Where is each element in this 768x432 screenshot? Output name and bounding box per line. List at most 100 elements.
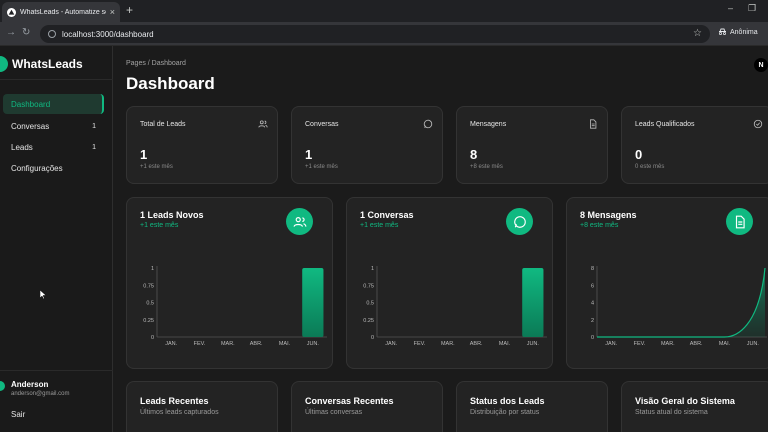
chart-subtitle: +1 este mês [140,222,179,229]
x-tick-label: MAI. [279,341,291,347]
card-subtitle: Distribuição por status [470,409,540,416]
card-subtitle: Últimos leads capturados [140,409,219,416]
tab-close-icon[interactable]: × [110,7,115,17]
logout-button[interactable]: Sair [11,410,25,419]
x-tick-label: FEV. [194,341,206,347]
chart-card-mensagens: 8 Mensagens +8 este mês 0 2 4 6 8 JAN. FEV. MAR… [566,197,768,369]
y-tick-label: 2 [591,318,594,324]
chart-title: 8 Mensagens [580,210,637,220]
new-tab-button[interactable]: + [126,4,133,16]
card-subtitle: Status atual do sistema [635,409,708,416]
x-tick-label: JUN. [527,341,540,347]
stat-card-mensagens: Mensagens 8 +8 este mês [456,106,608,184]
incognito-icon [718,28,727,37]
chart-subtitle: +8 este mês [580,222,619,229]
brand-name: WhatsLeads [12,57,83,71]
stat-card-leads-qualificados: Leads Qualificados 0 0 este mês [621,106,768,184]
page-title: Dashboard [126,74,215,93]
message-circle-icon [506,208,533,235]
conversas-bar-chart: 0 0.25 0.5 0.75 1 JAN. FEV. MAR. ABR. MAI. JUN. [363,266,547,347]
x-tick-label: JAN. [385,341,397,347]
avatar[interactable]: N [754,58,768,72]
y-tick-label: 0 [371,335,374,341]
reload-icon[interactable]: ↻ [22,28,30,38]
y-tick-label: 1 [371,266,374,272]
browser-tab-bar: WhatsLeads - Automatize seu WhatsApp × +… [0,0,768,22]
card-title: Status dos Leads [470,396,545,406]
sidebar-item-label: Configurações [11,163,63,173]
x-tick-label: ABR. [250,341,263,347]
user-email: anderson@gmail.com [11,391,70,397]
divider [0,370,113,371]
stat-title: Conversas [305,121,339,128]
x-tick-label: JUN. [307,341,320,347]
sidebar-item-dashboard[interactable]: Dashboard [3,94,104,114]
leads-bar-chart: 0 0.25 0.5 0.75 1 JAN. FEV. MAR. ABR. MAI. JUN. [143,266,327,347]
stat-title: Total de Leads [140,121,186,128]
chart-line [597,267,766,338]
stat-value: 1 [140,147,148,162]
x-tick-label: MAI. [499,341,511,347]
maximize-icon[interactable]: ❐ [748,3,756,14]
card-visao-geral: Visão Geral do Sistema Status atual do s… [621,381,768,432]
sidebar-item-label: Dashboard [11,99,51,109]
browser-tab[interactable]: WhatsLeads - Automatize seu WhatsApp × [2,2,120,22]
stat-value: 1 [305,147,313,162]
chart-title: 1 Conversas [360,210,414,220]
incognito-label: Anônima [730,29,758,36]
minimize-icon[interactable]: – [728,3,733,13]
breadcrumb: Pages / Dashboard [126,60,186,67]
sidebar: WhatsLeads Dashboard Conversas 1 Leads 1… [0,46,113,432]
x-tick-label: FEV. [414,341,426,347]
divider [0,79,113,80]
stat-subtitle: +1 este mês [140,164,173,170]
incognito-badge[interactable]: Anônima [718,28,758,37]
y-tick-label: 0.25 [143,318,154,324]
card-title: Leads Recentes [140,396,209,406]
sidebar-item-conversas[interactable]: Conversas 1 [3,116,104,136]
x-tick-label: JAN. [165,341,177,347]
chart-bar [522,268,544,337]
card-subtitle: Últimas conversas [305,409,363,416]
url-input[interactable]: localhost:3000/dashboard ☆ [40,25,710,43]
y-tick-label: 8 [591,266,594,272]
mensagens-area-chart: 0 2 4 6 8 JAN. FEV. MAR. ABR. MAI. JUN. [591,266,767,347]
stat-value: 8 [470,147,478,162]
y-tick-label: 0.25 [363,318,374,324]
stat-title: Mensagens [470,121,507,128]
stat-card-conversas: Conversas 1 +1 este mês [291,106,443,184]
bookmark-star-icon[interactable]: ☆ [693,28,702,39]
chart-title: 1 Leads Novos [140,210,204,220]
x-tick-label: MAI. [719,341,731,347]
site-info-icon[interactable] [48,30,56,38]
chart-subtitle: +1 este mês [360,222,399,229]
x-tick-label: JUN. [747,341,760,347]
card-title: Visão Geral do Sistema [635,396,735,406]
file-text-icon [726,208,753,235]
sidebar-item-label: Leads [11,142,33,152]
y-tick-label: 0 [151,335,154,341]
x-tick-label: MAR. [221,341,235,347]
user-name: Anderson [11,380,49,389]
card-leads-recentes: Leads Recentes Últimos leads capturados [126,381,278,432]
avatar[interactable] [0,381,5,391]
mouse-cursor-icon [40,290,46,299]
x-tick-label: MAR. [661,341,675,347]
card-status-leads: Status dos Leads Distribuição por status [456,381,608,432]
back-icon[interactable]: → [6,28,16,38]
sidebar-item-configuracoes[interactable]: Configurações [3,158,104,178]
tab-title: WhatsLeads - Automatize seu WhatsApp [19,8,106,16]
x-tick-label: ABR. [690,341,703,347]
card-title: Conversas Recentes [305,396,394,406]
y-tick-label: 0.5 [366,301,374,307]
stat-subtitle: +8 este mês [470,164,503,170]
y-tick-label: 6 [591,283,594,289]
stat-title: Leads Qualificados [635,121,695,128]
favicon-icon [7,7,16,17]
sidebar-item-count: 1 [92,143,96,151]
url-text: localhost:3000/dashboard [62,29,154,39]
users-icon [258,120,268,128]
sidebar-item-leads[interactable]: Leads 1 [3,137,104,157]
brand[interactable]: WhatsLeads [0,56,83,72]
main-content: Pages / Dashboard Dashboard N Total de L… [113,46,768,432]
